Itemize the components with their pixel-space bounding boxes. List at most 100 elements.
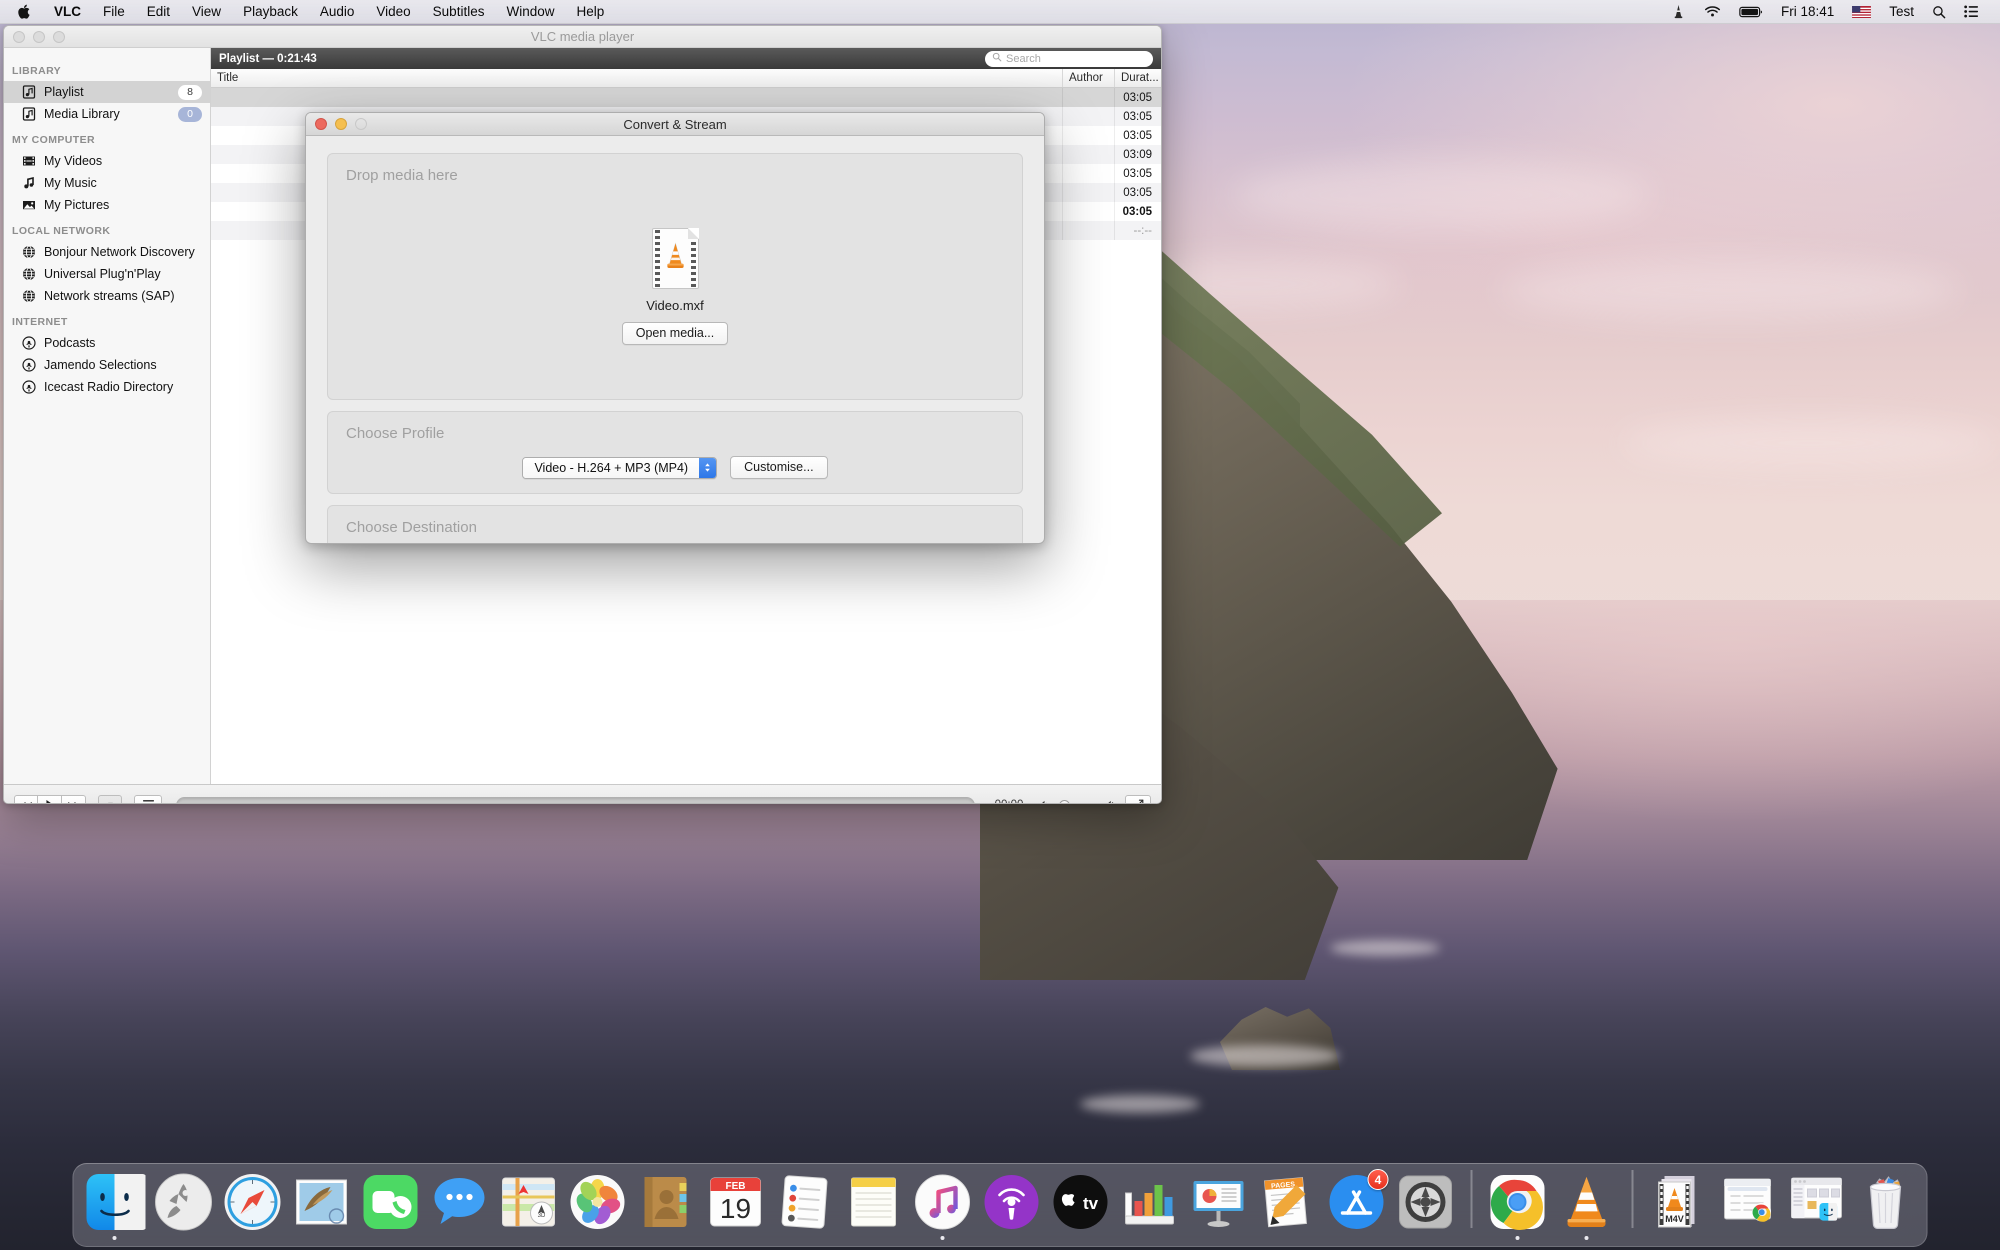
volume-high-icon[interactable]: [1104, 798, 1115, 805]
volume-slider-knob[interactable]: [1059, 800, 1070, 805]
menu-item-view[interactable]: View: [181, 0, 232, 24]
dock-item-contacts[interactable]: [634, 1171, 700, 1240]
dock-item-numbers[interactable]: [1117, 1171, 1183, 1240]
finder-icon: [84, 1171, 146, 1233]
dock-item-system-preferences[interactable]: [1393, 1171, 1459, 1240]
music-note-icon: [22, 176, 36, 190]
sidebar-item-playlist[interactable]: Playlist 8: [4, 81, 210, 103]
minimize-button[interactable]: [33, 31, 45, 43]
vlc-window-titlebar[interactable]: VLC media player: [4, 26, 1161, 48]
open-media-button[interactable]: Open media...: [622, 322, 729, 345]
dock-item-mail[interactable]: [289, 1171, 355, 1240]
cell-duration: 03:05: [1115, 183, 1161, 202]
sidebar-item-podcasts[interactable]: Podcasts: [4, 332, 210, 354]
profile-select[interactable]: Video - H.264 + MP3 (MP4): [522, 457, 717, 479]
minimize-button[interactable]: [335, 118, 347, 130]
control-center-icon[interactable]: [1955, 5, 1988, 18]
apple-logo-icon[interactable]: [14, 3, 43, 20]
playlist-note-icon: [22, 85, 36, 99]
dock-item-safari[interactable]: [220, 1171, 286, 1240]
dock-item-messages[interactable]: [427, 1171, 493, 1240]
table-row[interactable]: 03:05: [211, 88, 1161, 107]
dock-item-minimized-chrome[interactable]: [1715, 1171, 1781, 1240]
close-button[interactable]: [315, 118, 327, 130]
dock-item-keynote[interactable]: [1186, 1171, 1252, 1240]
dock-item-notes[interactable]: [841, 1171, 907, 1240]
sidebar-item-network-streams-sap[interactable]: Network streams (SAP): [4, 285, 210, 307]
sidebar-item-media-library[interactable]: Media Library 0: [4, 103, 210, 125]
dock-item-vlc[interactable]: [1554, 1171, 1620, 1240]
menu-item-audio[interactable]: Audio: [309, 0, 366, 24]
cell-title: [211, 88, 1063, 107]
column-header-title[interactable]: Title: [211, 69, 1063, 87]
fast-forward-button[interactable]: [62, 795, 86, 805]
menu-item-playback[interactable]: Playback: [232, 0, 309, 24]
zoom-button[interactable]: [53, 31, 65, 43]
playlist-toggle-button[interactable]: [134, 795, 162, 805]
menu-item-video[interactable]: Video: [365, 0, 421, 24]
customise-button[interactable]: Customise...: [730, 456, 827, 479]
fullscreen-button[interactable]: [1125, 795, 1151, 805]
menu-bar-user[interactable]: Test: [1880, 0, 1923, 24]
menu-item-vlc[interactable]: VLC: [43, 0, 92, 24]
dock-item-maps[interactable]: 3D: [496, 1171, 562, 1240]
column-header-duration[interactable]: Durat...: [1115, 69, 1161, 87]
dock-item-podcasts[interactable]: [979, 1171, 1045, 1240]
volume-slider-track[interactable]: [1053, 804, 1101, 805]
vlc-cone-icon[interactable]: [1662, 4, 1695, 19]
dock-item-facetime[interactable]: [358, 1171, 424, 1240]
dock-item-finder[interactable]: [82, 1171, 148, 1240]
dock-item-calendar[interactable]: FEB 19: [703, 1171, 769, 1240]
cell-author: [1063, 107, 1115, 126]
wallpaper-foam: [1190, 1045, 1340, 1067]
wifi-icon[interactable]: [1695, 5, 1730, 18]
running-indicator: [734, 1236, 738, 1240]
close-button[interactable]: [13, 31, 25, 43]
battery-icon[interactable]: [1730, 6, 1772, 18]
time-elapsed: 00:00: [989, 799, 1029, 804]
sidebar-item-my-pictures[interactable]: My Pictures: [4, 194, 210, 216]
sidebar-item-universal-plug-n-play[interactable]: Universal Plug'n'Play: [4, 263, 210, 285]
dock-item-appstore[interactable]: 4: [1324, 1171, 1390, 1240]
chrome-icon: [1487, 1171, 1549, 1233]
dock-item-minimized-finder[interactable]: [1784, 1171, 1850, 1240]
volume-control[interactable]: [1039, 798, 1115, 805]
rewind-button[interactable]: [14, 795, 38, 805]
keynote-icon: [1188, 1171, 1250, 1233]
play-button[interactable]: [38, 795, 62, 805]
dock-item-appletv[interactable]: tv: [1048, 1171, 1114, 1240]
dock-item-chrome[interactable]: [1485, 1171, 1551, 1240]
volume-low-icon[interactable]: [1039, 798, 1050, 805]
menu-item-window[interactable]: Window: [495, 0, 565, 24]
dock-item-pages[interactable]: PAGES: [1255, 1171, 1321, 1240]
profile-controls-row: Video - H.264 + MP3 (MP4) Customise...: [328, 456, 1022, 479]
dialog-titlebar[interactable]: Convert & Stream: [306, 113, 1044, 136]
sidebar-item-my-videos[interactable]: My Videos: [4, 150, 210, 172]
dock-item-trash[interactable]: [1853, 1171, 1919, 1240]
seek-slider[interactable]: [176, 797, 975, 805]
menu-item-edit[interactable]: Edit: [136, 0, 181, 24]
convert-and-stream-dialog[interactable]: Convert & Stream Drop media here: [305, 112, 1045, 544]
menu-item-subtitles[interactable]: Subtitles: [422, 0, 496, 24]
sidebar-item-jamendo-selections[interactable]: Jamendo Selections: [4, 354, 210, 376]
playlist-header-bar: Playlist — 0:21:43 Search: [211, 48, 1161, 69]
dock-item-launchpad[interactable]: [151, 1171, 217, 1240]
sidebar-item-bonjour-network-discovery[interactable]: Bonjour Network Discovery: [4, 241, 210, 263]
menu-item-help[interactable]: Help: [565, 0, 615, 24]
stop-icon: [106, 798, 115, 805]
sidebar-item-my-music[interactable]: My Music: [4, 172, 210, 194]
search-input[interactable]: Search: [985, 51, 1153, 67]
column-header-author[interactable]: Author: [1063, 69, 1115, 87]
dock-item-reminders[interactable]: [772, 1171, 838, 1240]
stepper-up-down-icon[interactable]: [699, 458, 716, 478]
dock-item-itunes[interactable]: [910, 1171, 976, 1240]
menu-bar-clock[interactable]: Fri 18:41: [1772, 0, 1843, 24]
spotlight-search-icon[interactable]: [1923, 5, 1955, 19]
stop-button[interactable]: [98, 795, 122, 805]
dock-item-m4v-file[interactable]: M4V: [1646, 1171, 1712, 1240]
sidebar-item-icecast-radio-directory[interactable]: Icecast Radio Directory: [4, 376, 210, 398]
drop-media-section[interactable]: Drop media here Video.m: [327, 153, 1023, 400]
menu-item-file[interactable]: File: [92, 0, 136, 24]
dock-item-photos[interactable]: [565, 1171, 631, 1240]
us-flag-icon[interactable]: [1843, 6, 1880, 18]
